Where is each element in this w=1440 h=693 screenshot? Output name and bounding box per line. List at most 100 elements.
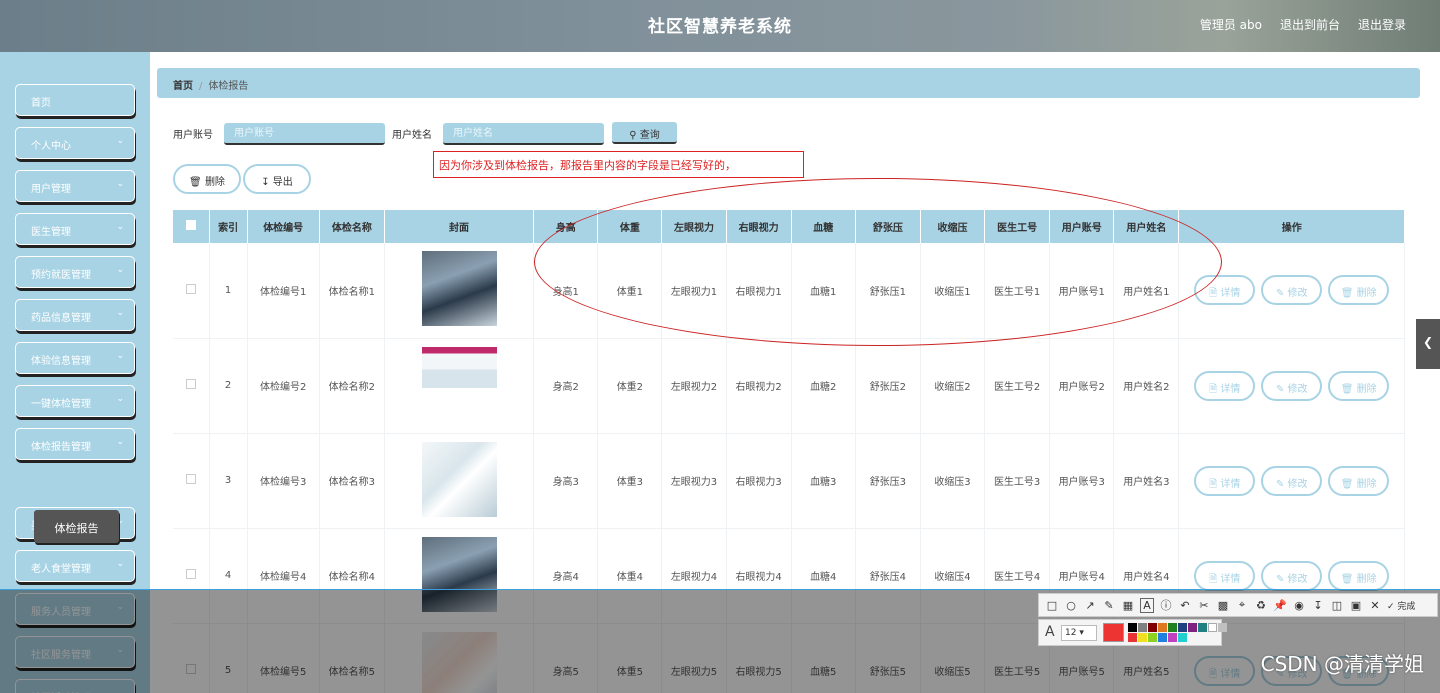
sidebar-item[interactable]: 体检报告管理 ⌄ <box>15 428 135 460</box>
row-checkbox-cell[interactable] <box>173 243 210 339</box>
sidebar-item[interactable]: 老人食堂管理 ⌄ <box>15 550 135 582</box>
cell-doctor: 医生工号3 <box>984 433 1051 529</box>
copy-icon[interactable]: ◫ <box>1330 599 1344 612</box>
delete-button[interactable]: 🗑 删除 <box>1328 465 1390 496</box>
query-button[interactable]: ⚲ 查询 <box>612 122 677 144</box>
delete-button-label: 删除 <box>1356 383 1377 395</box>
back-to-front-link[interactable]: 退出到前台 <box>1280 16 1340 33</box>
sidebar-item[interactable]: 预约就医管理 ⌄ <box>15 256 135 288</box>
color-swatch[interactable] <box>1138 623 1147 632</box>
cell-name: 体检名称1 <box>319 243 385 339</box>
ellipse-tool-icon[interactable]: ○ <box>1064 599 1078 612</box>
sidebar-item[interactable]: 一键体检管理 ⌄ <box>15 385 135 417</box>
sidebar-item[interactable]: 体验信息管理 ⌄ <box>15 342 135 374</box>
detail-button[interactable]: 🗎 详情 <box>1194 370 1256 401</box>
row-checkbox[interactable] <box>185 474 196 484</box>
ocr-icon[interactable]: ▩ <box>1216 599 1230 612</box>
arrow-tool-icon[interactable]: ↗ <box>1083 599 1097 612</box>
row-checkbox[interactable] <box>185 283 196 294</box>
sidebar-item-label: 一键体检管理 <box>31 399 91 410</box>
delete-button[interactable]: 🗑 删除 <box>1328 560 1390 591</box>
edit-button[interactable]: ✎ 修改 <box>1261 560 1323 591</box>
undo-icon[interactable]: ↶ <box>1178 599 1192 612</box>
row-checkbox-cell[interactable] <box>173 433 210 529</box>
color-swatch[interactable] <box>1168 623 1177 632</box>
edit-button[interactable]: ✎ 修改 <box>1261 275 1323 306</box>
select-all-checkbox[interactable] <box>185 220 196 230</box>
pin-icon[interactable]: 📌 <box>1273 599 1287 612</box>
submenu-item-health-report[interactable]: 体检报告 <box>34 510 119 543</box>
color-swatch[interactable] <box>1138 633 1147 642</box>
color-swatch[interactable] <box>1178 623 1187 632</box>
row-checkbox-cell[interactable] <box>173 338 210 434</box>
done-button[interactable]: ✓ 完成 <box>1387 599 1415 612</box>
sidebar-item[interactable]: 用户管理 ⌄ <box>15 170 135 202</box>
sidebar-item[interactable]: 医生管理 ⌄ <box>15 213 135 245</box>
edit-button[interactable]: ✎ 修改 <box>1261 465 1323 496</box>
breadcrumb-home[interactable]: 首页 <box>173 81 193 92</box>
delete-button[interactable]: 🗑 删除 <box>1328 370 1390 401</box>
color-swatch[interactable] <box>1148 633 1157 642</box>
color-swatch[interactable] <box>1218 623 1227 632</box>
sidebar-item[interactable]: 个人中心 ⌄ <box>15 127 135 159</box>
export-label: 导出 <box>272 177 293 188</box>
detail-button[interactable]: 🗎 详情 <box>1194 465 1256 496</box>
header-links: 管理员 abo 退出到前台 退出登录 <box>1200 16 1406 33</box>
detail-button[interactable]: 🗎 详情 <box>1194 275 1256 306</box>
color-swatch[interactable] <box>1198 623 1207 632</box>
cell-sugar: 血糖2 <box>791 338 856 434</box>
sidebar-item[interactable]: 药品信息管理 ⌄ <box>15 299 135 331</box>
detail-button[interactable]: 🗎 详情 <box>1194 560 1256 591</box>
row-checkbox[interactable] <box>185 379 196 389</box>
color-swatch[interactable] <box>1128 633 1137 642</box>
capture-toolbar: □ ○ ↗ ✎ ▦ A ⓘ ↶ ✂ ▩ ⌖ ♻ 📌 ◉ ↧ ◫ ▣ ✕ ✓ 完成 <box>1038 593 1438 617</box>
cell-account: 用户账号2 <box>1049 338 1115 434</box>
translate-icon[interactable]: ♻ <box>1254 599 1268 612</box>
color-swatch[interactable] <box>1158 633 1167 642</box>
account-search-input[interactable] <box>224 123 385 145</box>
pen-tool-icon[interactable]: ✎ <box>1102 599 1116 612</box>
bookmark-icon[interactable]: ▣ <box>1349 599 1363 612</box>
table-row: 1 体检编号1 体检名称1 身高1 体重1 左眼视力1 右眼视力1 血糖1 舒张压1 收缩压1 医生… <box>173 243 1405 339</box>
table-row: 2 体检编号2 体检名称2 身高2 体重2 左眼视力2 右眼视力2 血糖2 舒张压2 收缩压2 医生… <box>173 338 1405 434</box>
number-tool-icon[interactable]: ⓘ <box>1159 597 1173 613</box>
rectangle-tool-icon[interactable]: □ <box>1045 599 1059 612</box>
color-swatch[interactable] <box>1168 633 1177 642</box>
color-swatch[interactable] <box>1208 623 1217 632</box>
delete-button[interactable]: 🗑 删除 <box>1328 275 1390 306</box>
name-search-input[interactable] <box>443 123 604 145</box>
column-header: 体检名称 <box>319 210 385 243</box>
color-swatch[interactable] <box>1128 623 1137 632</box>
scissors-icon[interactable]: ✂ <box>1197 599 1211 612</box>
capture-selection-edge <box>0 589 1440 590</box>
select-all-checkbox-cell[interactable] <box>173 210 210 243</box>
record-icon[interactable]: ◉ <box>1292 599 1306 612</box>
close-icon[interactable]: ✕ <box>1368 599 1382 612</box>
color-swatch[interactable] <box>1188 623 1197 632</box>
color-swatch[interactable] <box>1148 623 1157 632</box>
font-icon: A <box>1045 624 1055 640</box>
batch-delete-button[interactable]: 🗑 删除 <box>173 164 241 194</box>
export-button[interactable]: ↧ 导出 <box>243 164 311 194</box>
color-swatch[interactable] <box>1178 633 1187 642</box>
color-swatch[interactable] <box>1158 623 1167 632</box>
collapse-side-tab[interactable]: ❮ <box>1416 319 1440 369</box>
edit-button-label: 修改 <box>1287 288 1308 300</box>
row-checkbox[interactable] <box>185 569 196 579</box>
column-header: 收缩压 <box>920 210 986 243</box>
save-icon[interactable]: ↧ <box>1311 599 1325 612</box>
logout-link[interactable]: 退出登录 <box>1358 16 1406 33</box>
cell-code: 体检编号3 <box>247 433 320 529</box>
document-icon: 🗎 <box>1209 383 1221 395</box>
current-color-swatch[interactable] <box>1103 623 1124 642</box>
breadcrumb-separator: / <box>199 81 203 92</box>
edit-button[interactable]: ✎ 修改 <box>1261 370 1323 401</box>
mosaic-tool-icon[interactable]: ▦ <box>1121 599 1135 612</box>
crop-icon[interactable]: ⌖ <box>1235 598 1249 612</box>
font-size-select[interactable]: 12 ▾ <box>1061 625 1097 641</box>
column-header: 身高 <box>533 210 599 243</box>
trash-icon: 🗑 <box>189 177 202 188</box>
chevron-down-icon: ⌄ <box>116 394 124 404</box>
sidebar-item[interactable]: 首页 <box>15 84 135 116</box>
text-tool-icon[interactable]: A <box>1140 597 1154 613</box>
